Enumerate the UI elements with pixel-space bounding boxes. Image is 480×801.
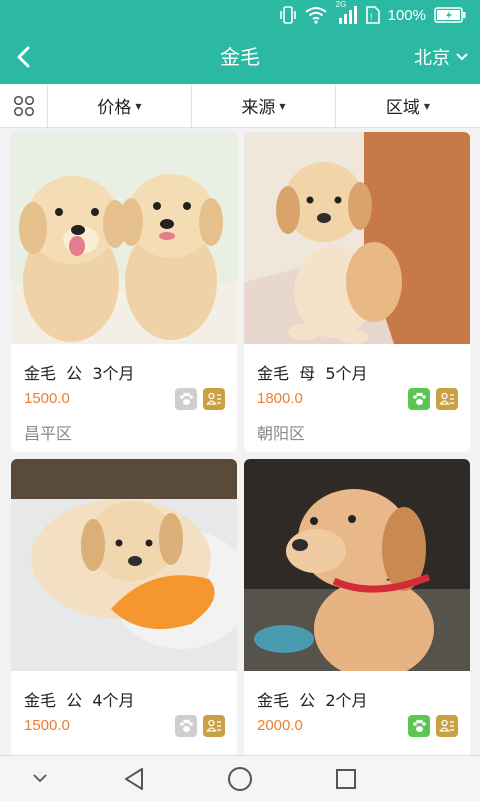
listing-card[interactable]: 金毛 母 5个月 1800.0 朝阳区	[244, 132, 470, 452]
listing-info: 金毛 公 4个月 1500.0	[11, 671, 237, 755]
listing-badges	[175, 715, 225, 737]
page-title: 金毛	[220, 45, 260, 69]
listing-area: 昌平区	[24, 424, 73, 443]
paw-icon	[413, 719, 426, 732]
certificate-icon	[206, 392, 221, 405]
chevron-down-icon	[456, 53, 468, 61]
signal-icon	[338, 6, 357, 24]
battery-icon	[434, 7, 466, 23]
listing-info: 金毛 母 5个月 1800.0 朝阳区	[244, 344, 470, 452]
grid-view-toggle[interactable]	[0, 84, 48, 127]
battery-percent: 100%	[387, 6, 426, 24]
certificate-icon	[439, 392, 454, 405]
home-icon	[228, 766, 252, 791]
status-bar: 2G ! 100%	[0, 0, 480, 30]
certificate-icon	[439, 719, 454, 732]
filter-source-label: 来源	[241, 98, 276, 118]
filter-region[interactable]: 区域 ▼	[336, 84, 480, 127]
listing-badges	[408, 715, 458, 737]
paw-badge	[175, 388, 197, 410]
listing-price: 1800.0	[257, 390, 303, 407]
certificate-badge	[436, 715, 458, 737]
status-icons: 2G ! 100%	[279, 0, 466, 26]
filter-price-label: 价格	[97, 98, 132, 118]
listing-grid: 金毛 公 3个月 1500.0 昌平区 金毛 母 5个月 1800.0 朝阳区 …	[0, 128, 480, 755]
filter-bar: 价格 ▼ 来源 ▼ 区域 ▼	[0, 84, 480, 128]
listing-price: 1500.0	[24, 717, 70, 734]
caret-down-icon: ▼	[423, 102, 431, 111]
filter-region-label: 区域	[385, 98, 420, 118]
home-button[interactable]	[210, 756, 270, 801]
listing-price: 2000.0	[257, 717, 303, 734]
svg-text:!: !	[370, 12, 373, 22]
nav-back-icon	[125, 767, 143, 790]
app-bar: 金毛 北京	[0, 30, 480, 84]
city-label: 北京	[414, 48, 450, 69]
paw-badge	[175, 715, 197, 737]
paw-icon	[180, 719, 193, 732]
listing-card[interactable]: 金毛 公 3个月 1500.0 昌平区	[11, 132, 237, 452]
signal-indicator: 2G	[336, 0, 358, 25]
puppy-photo	[244, 459, 470, 671]
listing-area: 朝阳区	[257, 424, 306, 443]
hide-nav-icon	[33, 774, 47, 783]
system-nav-bar	[0, 755, 480, 801]
listing-title: 金毛 公 4个月	[24, 691, 135, 710]
listing-title: 金毛 公 2个月	[257, 691, 368, 710]
city-selector[interactable]: 北京	[414, 30, 468, 84]
certificate-badge	[203, 388, 225, 410]
certificate-badge	[436, 388, 458, 410]
certificate-icon	[206, 719, 221, 732]
grid-view-icon	[13, 95, 34, 116]
filter-price[interactable]: 价格 ▼	[48, 84, 192, 127]
listing-title: 金毛 公 3个月	[24, 364, 135, 383]
wifi-icon	[305, 7, 327, 24]
sim-icon: !	[365, 6, 380, 24]
recents-icon	[336, 768, 356, 789]
hide-nav-button[interactable]	[10, 756, 70, 801]
filter-source[interactable]: 来源 ▼	[192, 84, 336, 127]
listing-price: 1500.0	[24, 390, 70, 407]
nav-back-button[interactable]	[104, 756, 164, 801]
caret-down-icon: ▼	[279, 102, 286, 111]
listing-info: 金毛 公 3个月 1500.0 昌平区	[11, 344, 237, 452]
certificate-badge	[203, 715, 225, 737]
listing-info: 金毛 公 2个月 2000.0	[244, 671, 470, 755]
puppy-photo	[11, 132, 237, 344]
vibrate-icon	[279, 6, 296, 24]
caret-down-icon: ▼	[135, 102, 142, 111]
paw-icon	[413, 392, 426, 405]
paw-badge	[408, 715, 430, 737]
listing-card[interactable]: 金毛 公 2个月 2000.0	[244, 459, 470, 755]
puppy-photo	[11, 459, 237, 671]
listing-badges	[175, 388, 225, 410]
listing-badges	[408, 388, 458, 410]
listing-title: 金毛 母 5个月	[257, 364, 368, 383]
paw-icon	[180, 392, 193, 405]
listing-card[interactable]: 金毛 公 4个月 1500.0	[11, 459, 237, 755]
paw-badge	[408, 388, 430, 410]
puppy-photo	[244, 132, 470, 344]
recents-button[interactable]	[316, 756, 376, 801]
